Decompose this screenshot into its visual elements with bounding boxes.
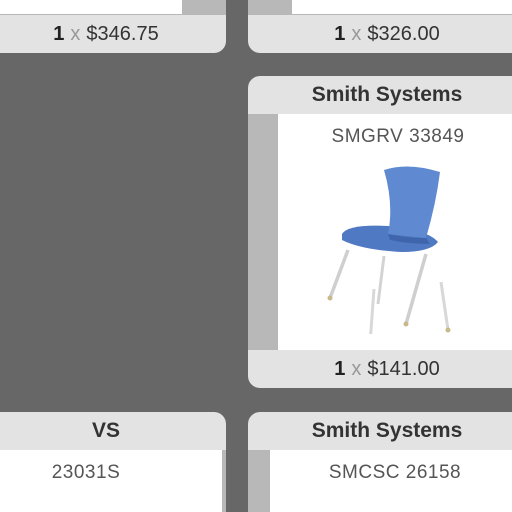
card-image-area	[0, 0, 182, 14]
card-body: 23031S	[0, 450, 222, 512]
quantity: 1	[334, 22, 346, 45]
price: $141.00	[367, 357, 440, 380]
card-body: SMCSC 26158	[270, 450, 512, 512]
card-header: Smith Systems	[248, 76, 512, 114]
price-bar: 1 x $346.75	[0, 15, 226, 53]
times-sign: x	[351, 357, 362, 380]
brand-name: Smith Systems	[311, 419, 463, 442]
price-bar: 1 x $141.00	[248, 350, 512, 388]
price: $346.75	[86, 22, 159, 45]
quantity: 1	[334, 357, 346, 380]
brand-name: VS	[91, 419, 120, 442]
sku-label: SMCSC 26158	[328, 462, 462, 483]
price: $326.00	[367, 22, 440, 45]
card-image-area	[292, 0, 512, 14]
sku-label: SMGRV 33849	[331, 126, 465, 147]
blue-chair-image[interactable]	[318, 164, 498, 334]
times-sign: x	[70, 22, 81, 45]
times-sign: x	[351, 22, 362, 45]
card-header: Smith Systems	[248, 412, 512, 450]
quantity: 1	[53, 22, 65, 45]
card-header: VS	[0, 412, 226, 450]
card-body: SMGRV 33849	[278, 114, 512, 350]
brand-name: Smith Systems	[311, 83, 463, 106]
sku-label: 23031S	[51, 462, 121, 483]
price-bar: 1 x $326.00	[248, 15, 512, 53]
